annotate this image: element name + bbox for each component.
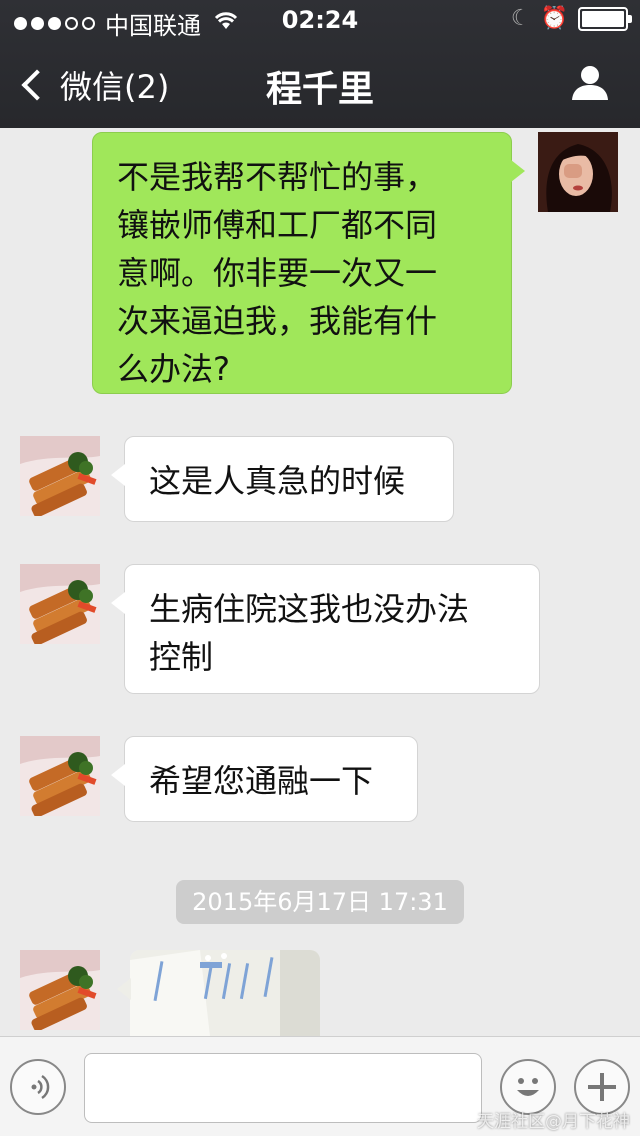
alarm-icon: ⏰ xyxy=(540,6,568,31)
receipt-photo[interactable] xyxy=(130,950,320,1036)
bubble-tail xyxy=(117,978,131,1000)
message-bubble[interactable]: 希望您通融一下 xyxy=(124,736,418,822)
battery-icon xyxy=(578,6,632,31)
nav-bar: 微信(2) 程千里 xyxy=(0,40,640,128)
status-right: ☾ ⏰ xyxy=(510,6,632,31)
message-bubble[interactable]: 不是我帮不帮忙的事， 镶嵌师傅和工厂都不同 意啊。你非要一次又一 次来逼迫我，我… xyxy=(92,132,512,394)
chat-title: 程千里 xyxy=(265,69,374,110)
status-bar: 中国联通 02:24 ☾ ⏰ xyxy=(0,0,640,40)
top-bar: 中国联通 02:24 ☾ ⏰ 微信(2) 程千里 xyxy=(0,0,640,128)
person-icon[interactable] xyxy=(570,62,610,102)
my-avatar[interactable] xyxy=(538,132,618,212)
moon-icon: ☾ xyxy=(510,6,531,31)
timestamp-badge: 2015年6月17日 17:31 xyxy=(176,880,464,924)
watermark: 天涯社区@月下花神 xyxy=(477,1112,630,1132)
contact-avatar[interactable] xyxy=(20,436,100,516)
message-bubble[interactable]: 这是人真急的时候 xyxy=(124,436,454,522)
bubble-tail xyxy=(111,464,125,486)
message-input[interactable] xyxy=(84,1053,482,1123)
bubble-tail xyxy=(111,592,125,614)
contact-avatar[interactable] xyxy=(20,950,100,1030)
bubble-tail xyxy=(111,764,125,786)
message-bubble[interactable]: 生病住院这我也没办法 控制 xyxy=(124,564,540,694)
bubble-tail xyxy=(511,160,525,182)
contact-avatar[interactable] xyxy=(20,736,100,816)
voice-icon[interactable] xyxy=(10,1059,66,1115)
contact-avatar[interactable] xyxy=(20,564,100,644)
